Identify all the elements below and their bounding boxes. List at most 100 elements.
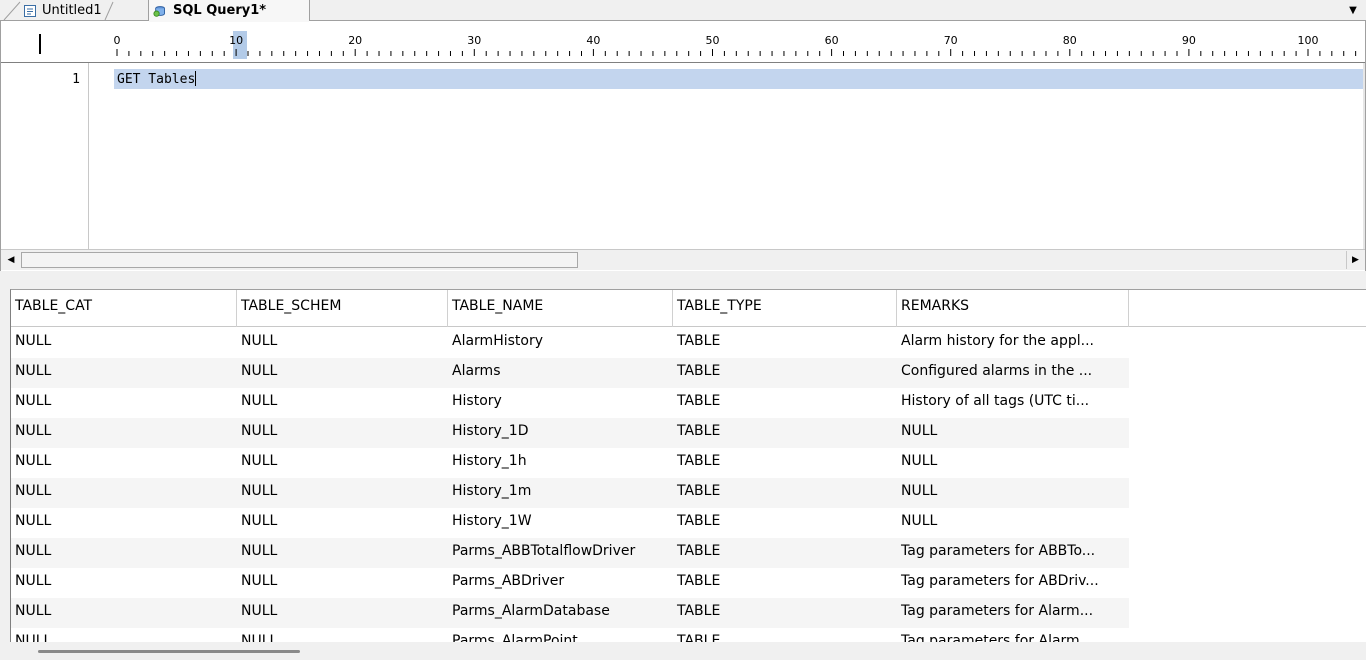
table-row[interactable]: NULL NULL History_1W TABLE NULL [11,508,1129,538]
cell-table-name[interactable]: Alarms [448,358,673,388]
cell-table-type[interactable]: TABLE [673,388,897,418]
ruler-ticks [116,49,1357,56]
sql-editor[interactable]: 0 10 20 30 40 50 60 70 80 90 100 1 GET Tables ◀ ▶ [0,21,1366,271]
table-row[interactable]: NULL NULL Parms_ABBTotalflowDriver TABLE Tag… [11,538,1129,568]
cell-table-type[interactable]: TABLE [673,568,897,598]
cell-table-name[interactable]: History_1h [448,448,673,478]
tab-untitled1[interactable]: Untitled1 [22,0,148,21]
pane-splitter[interactable] [0,271,1366,289]
cell-remarks[interactable]: NULL [897,478,1129,508]
cell-table-name[interactable]: Parms_ABBTotalflowDriver [448,538,673,568]
ruler-label: 40 [586,34,601,47]
tab-list-dropdown-icon[interactable]: ▼ [1346,3,1360,17]
cell-table-cat[interactable]: NULL [11,418,237,448]
column-ruler: 0 10 20 30 40 50 60 70 80 90 100 [1,21,1365,63]
cell-table-cat[interactable]: NULL [11,568,237,598]
cell-table-name[interactable]: History_1m [448,478,673,508]
table-row[interactable]: NULL NULL History_1m TABLE NULL [11,478,1129,508]
cell-table-schem[interactable]: NULL [237,598,448,628]
table-row[interactable]: NULL NULL Parms_AlarmPoint TABLE Tag paramet… [11,628,1129,642]
cell-table-cat[interactable]: NULL [11,598,237,628]
cell-table-name[interactable]: AlarmHistory [448,328,673,358]
cell-table-type[interactable]: TABLE [673,598,897,628]
cell-table-name[interactable]: Parms_ABDriver [448,568,673,598]
cell-table-type[interactable]: TABLE [673,328,897,358]
table-row[interactable]: NULL NULL AlarmHistory TABLE Alarm history f… [11,328,1129,358]
grid-horizontal-scrollbar[interactable] [10,642,1366,660]
cell-table-type[interactable]: TABLE [673,478,897,508]
cell-remarks[interactable]: Configured alarms in the ... [897,358,1129,388]
cell-remarks[interactable]: Tag parameters for ABDriv... [897,568,1129,598]
line-number-gutter: 1 [1,63,89,249]
cell-table-schem[interactable]: NULL [237,388,448,418]
ruler-label: 20 [348,34,363,47]
cell-table-type[interactable]: TABLE [673,538,897,568]
ruler-origin-marker [39,34,41,54]
cell-table-schem[interactable]: NULL [237,478,448,508]
column-header-table-name[interactable]: TABLE_NAME [448,290,673,327]
cell-remarks[interactable]: Tag parameters for Alarm... [897,628,1129,642]
cell-remarks[interactable]: Tag parameters for Alarm... [897,598,1129,628]
cell-remarks[interactable]: NULL [897,508,1129,538]
table-row[interactable]: NULL NULL History_1D TABLE NULL [11,418,1129,448]
column-header-table-schem[interactable]: TABLE_SCHEM [237,290,448,327]
cell-table-name[interactable]: History_1D [448,418,673,448]
cell-table-name[interactable]: Parms_AlarmPoint [448,628,673,642]
scrollbar-thumb[interactable] [21,252,578,268]
code-text: GET Tables [117,72,196,87]
cell-remarks[interactable]: NULL [897,448,1129,478]
cell-table-schem[interactable]: NULL [237,358,448,388]
cell-remarks[interactable]: History of all tags (UTC ti... [897,388,1129,418]
tab-sql-query1[interactable]: SQL Query1* [148,0,310,22]
cell-table-cat[interactable]: NULL [11,388,237,418]
vertical-scrollbar[interactable] [1363,63,1365,249]
table-row[interactable]: NULL NULL Parms_ABDriver TABLE Tag parameter… [11,568,1129,598]
cell-table-schem[interactable]: NULL [237,328,448,358]
sql-query-icon [153,3,169,19]
tab-bar: Untitled1 SQL Query1* ▼ [0,0,1366,22]
cell-table-name[interactable]: History [448,388,673,418]
cell-table-schem[interactable]: NULL [237,508,448,538]
cell-table-name[interactable]: Parms_AlarmDatabase [448,598,673,628]
column-header-table-cat[interactable]: TABLE_CAT [11,290,237,327]
scroll-right-icon[interactable]: ▶ [1346,251,1364,269]
cell-table-type[interactable]: TABLE [673,628,897,642]
table-row[interactable]: NULL NULL History_1h TABLE NULL [11,448,1129,478]
table-row[interactable]: NULL NULL Parms_AlarmDatabase TABLE Tag para… [11,598,1129,628]
column-header-remarks[interactable]: REMARKS [897,290,1129,327]
ruler-label: 90 [1181,34,1196,47]
cell-table-schem[interactable]: NULL [237,418,448,448]
scroll-left-icon[interactable]: ◀ [2,251,20,269]
ruler-label: 30 [467,34,482,47]
table-row[interactable]: NULL NULL History TABLE History of all tags … [11,388,1129,418]
cell-table-schem[interactable]: NULL [237,538,448,568]
cell-table-schem[interactable]: NULL [237,448,448,478]
cell-table-cat[interactable]: NULL [11,478,237,508]
cell-table-type[interactable]: TABLE [673,508,897,538]
code-line-text[interactable]: GET Tables [117,71,197,87]
cell-table-cat[interactable]: NULL [11,358,237,388]
current-line-highlight: GET Tables [114,69,1365,89]
results-grid[interactable]: TABLE_CAT TABLE_SCHEM TABLE_NAME TABLE_T… [10,289,1366,642]
editor-horizontal-scrollbar[interactable]: ◀ ▶ [1,249,1365,270]
cell-table-schem[interactable]: NULL [237,628,448,642]
ruler-label: 100 [1297,34,1319,47]
cell-table-schem[interactable]: NULL [237,568,448,598]
code-area[interactable]: GET Tables [90,63,1365,249]
table-row[interactable]: NULL NULL Alarms TABLE Configured alarms in … [11,358,1129,388]
cell-table-type[interactable]: TABLE [673,358,897,388]
scrollbar-thumb[interactable] [38,650,300,653]
cell-table-type[interactable]: TABLE [673,448,897,478]
cell-table-cat[interactable]: NULL [11,628,237,642]
cell-table-cat[interactable]: NULL [11,448,237,478]
column-header-table-type[interactable]: TABLE_TYPE [673,290,897,327]
cell-remarks[interactable]: Alarm history for the appl... [897,328,1129,358]
cell-table-name[interactable]: History_1W [448,508,673,538]
cell-remarks[interactable]: NULL [897,418,1129,448]
cell-remarks[interactable]: Tag parameters for ABBTo... [897,538,1129,568]
cell-table-type[interactable]: TABLE [673,418,897,448]
cell-table-cat[interactable]: NULL [11,508,237,538]
line-number: 1 [72,72,80,87]
cell-table-cat[interactable]: NULL [11,538,237,568]
cell-table-cat[interactable]: NULL [11,328,237,358]
